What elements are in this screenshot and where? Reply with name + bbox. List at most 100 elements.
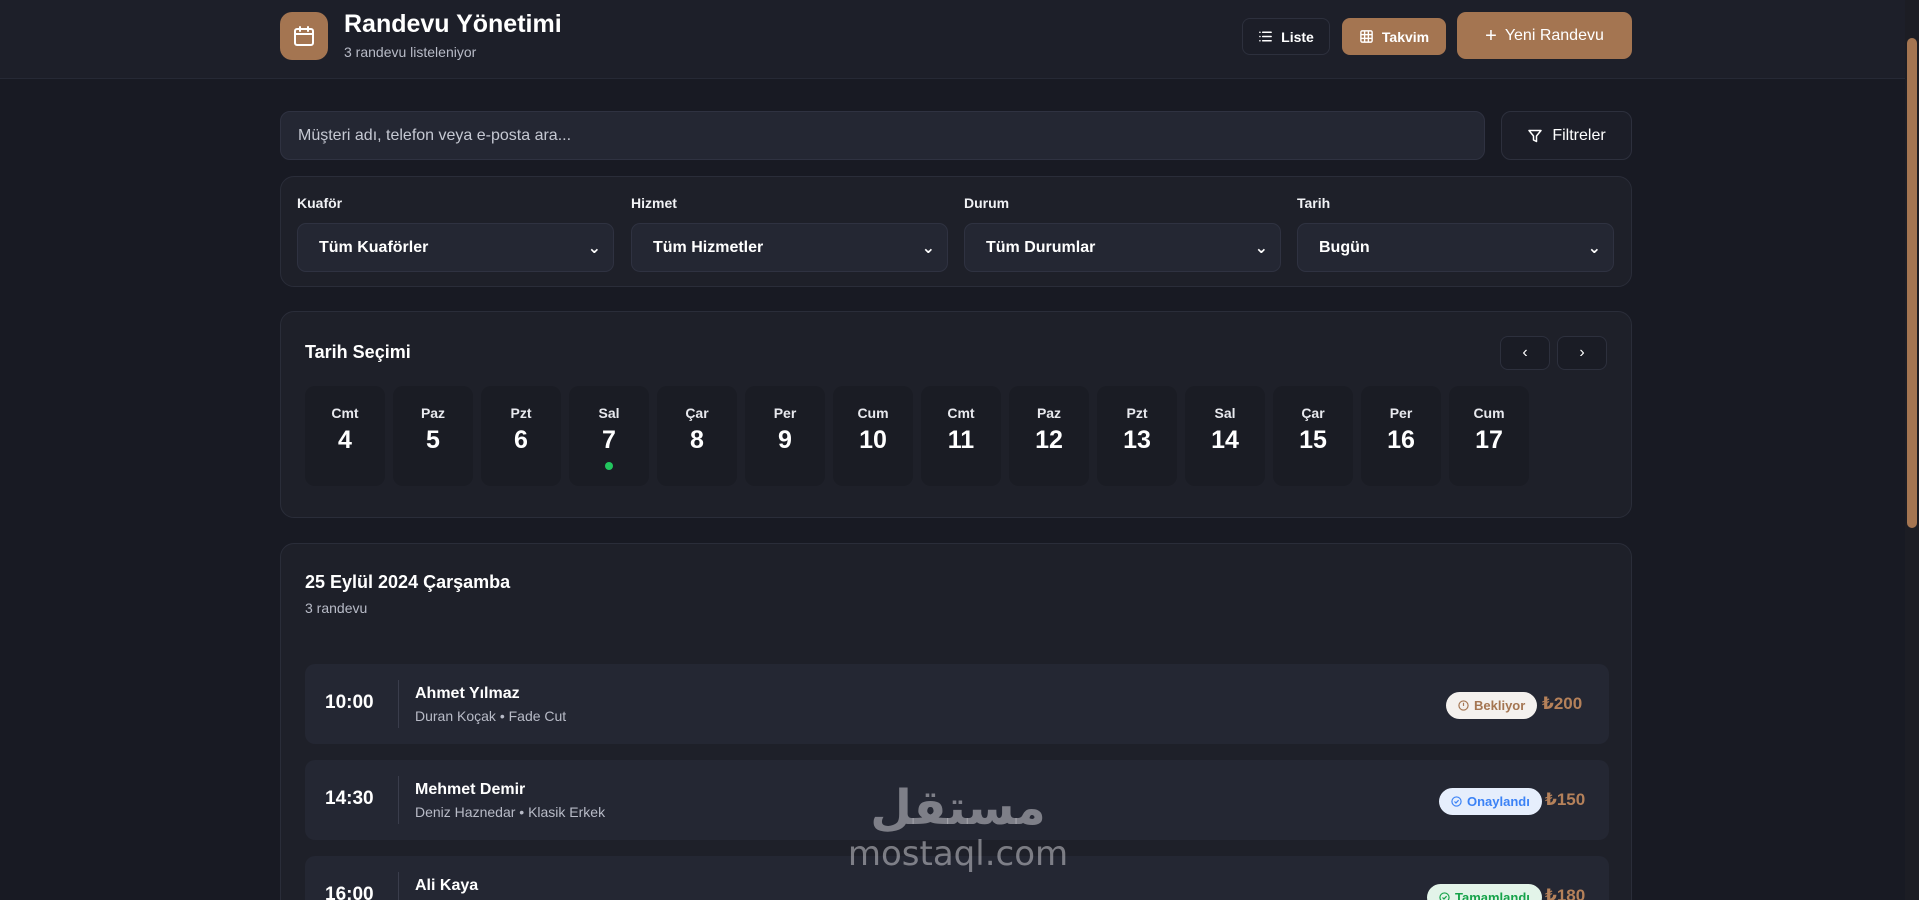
day-name: Cmt xyxy=(947,405,975,421)
day-name: Cmt xyxy=(331,405,359,421)
day-card[interactable]: Paz 12 xyxy=(1009,386,1089,486)
appointment-indicator-dot xyxy=(605,462,613,470)
list-view-button[interactable]: Liste xyxy=(1242,18,1330,55)
day-card[interactable]: Cum 10 xyxy=(833,386,913,486)
filter-date-label: Tarih xyxy=(1297,195,1331,211)
divider xyxy=(398,776,399,824)
appointment-row[interactable]: 10:00 Ahmet Yılmaz Duran Koçak • Fade Cu… xyxy=(305,664,1609,744)
day-name: Per xyxy=(1389,405,1413,421)
stylist-select[interactable]: Tüm Kuaförler ⌄ xyxy=(297,223,614,272)
appointment-detail: Duran Koçak • Fade Cut xyxy=(415,708,567,724)
status-label: Bekliyor xyxy=(1474,698,1526,713)
appointment-detail: Deniz Haznedar • Klasik Erkek xyxy=(415,804,606,820)
next-week-button[interactable]: › xyxy=(1557,336,1607,370)
plus-icon: + xyxy=(1485,24,1497,47)
filters-button[interactable]: Filtreler xyxy=(1501,111,1632,160)
divider xyxy=(398,872,399,900)
filter-service-label: Hizmet xyxy=(631,195,677,211)
status-badge: Onaylandı xyxy=(1439,788,1542,815)
search-placeholder: Müşteri adı, telefon veya e-posta ara... xyxy=(298,126,572,144)
day-name: Sal xyxy=(598,405,620,421)
filters-label: Filtreler xyxy=(1552,126,1606,144)
day-card[interactable]: Sal 7 xyxy=(569,386,649,486)
scrollbar[interactable] xyxy=(1905,0,1919,900)
day-number: 16 xyxy=(1387,426,1415,454)
day-card[interactable]: Çar 8 xyxy=(657,386,737,486)
chevron-left-icon: ‹ xyxy=(1522,344,1528,361)
page-title: Randevu Yönetimi xyxy=(344,10,562,38)
filter-date: Tarih Bugün ⌄ xyxy=(1297,195,1614,272)
day-card[interactable]: Cmt 4 xyxy=(305,386,385,486)
day-name: Paz xyxy=(420,405,446,421)
watermark: مستقل mostaql.com xyxy=(843,780,1073,872)
day-card[interactable]: Sal 14 xyxy=(1185,386,1265,486)
watermark-latin: mostaql.com xyxy=(847,834,1069,874)
day-number: 7 xyxy=(602,426,616,454)
day-name: Sal xyxy=(1214,405,1236,421)
date-picker-title: Tarih Seçimi xyxy=(305,342,411,362)
chevron-down-icon: ⌄ xyxy=(1587,239,1601,257)
day-number: 14 xyxy=(1211,426,1239,454)
chevron-down-icon: ⌄ xyxy=(1254,239,1268,257)
filters-panel: Kuaför Tüm Kuaförler ⌄ Hizmet Tüm Hizmet… xyxy=(280,176,1632,287)
search-input[interactable]: Müşteri adı, telefon veya e-posta ara... xyxy=(280,111,1485,160)
day-number: 11 xyxy=(947,426,975,454)
list-view-label: Liste xyxy=(1281,28,1314,45)
appointment-price: ₺200 xyxy=(1542,694,1583,713)
day-card[interactable]: Paz 5 xyxy=(393,386,473,486)
day-card[interactable]: Çar 15 xyxy=(1273,386,1353,486)
list-icon xyxy=(1259,31,1273,42)
day-number: 17 xyxy=(1475,426,1503,454)
filter-service: Hizmet Tüm Hizmetler ⌄ xyxy=(631,195,948,272)
day-card[interactable]: Pzt 6 xyxy=(481,386,561,486)
previous-week-button[interactable]: ‹ xyxy=(1500,336,1550,370)
selected-date-title: 25 Eylül 2024 Çarşamba xyxy=(305,572,511,592)
day-number: 5 xyxy=(426,426,440,454)
service-select-value: Tüm Hizmetler xyxy=(653,238,764,256)
calendar-icon xyxy=(280,12,328,60)
date-select-value: Bugün xyxy=(1319,238,1370,256)
stylist-select-value: Tüm Kuaförler xyxy=(319,238,429,256)
appointment-time: 10:00 xyxy=(325,692,374,713)
customer-name: Ali Kaya xyxy=(415,877,479,894)
filter-status: Durum Tüm Durumlar ⌄ xyxy=(964,195,1281,272)
day-card[interactable]: Per 16 xyxy=(1361,386,1441,486)
day-list: Cmt 4 Paz 5 Pzt 6 Sal 7 Çar 8 Per 9 Cum 10 Cmt 1… xyxy=(305,386,1529,486)
day-name: Çar xyxy=(685,405,709,421)
filter-icon xyxy=(1528,129,1543,142)
day-number: 6 xyxy=(514,426,528,454)
filter-stylist-label: Kuaför xyxy=(297,195,343,211)
appointment-count: 3 randevu xyxy=(305,600,368,616)
status-label: Tamamlandı xyxy=(1455,890,1530,900)
day-card[interactable]: Cum 17 xyxy=(1449,386,1529,486)
day-card[interactable]: Pzt 13 xyxy=(1097,386,1177,486)
chevron-down-icon: ⌄ xyxy=(587,239,601,257)
top-bar: Randevu Yönetimi 3 randevu listeleniyor … xyxy=(0,0,1905,79)
new-appointment-label: Yeni Randevu xyxy=(1504,26,1604,44)
day-name: Çar xyxy=(1301,405,1325,421)
day-number: 9 xyxy=(778,426,792,454)
status-badge: Tamamlandı xyxy=(1427,884,1542,900)
date-picker-panel: Tarih Seçimi ‹ › Cmt 4 Paz 5 Pzt 6 Sal 7 Çar… xyxy=(280,311,1632,518)
clock-alert-icon xyxy=(1458,700,1469,711)
check-circle-icon xyxy=(1451,796,1462,807)
day-card[interactable]: Per 9 xyxy=(745,386,825,486)
day-name: Paz xyxy=(1036,405,1062,421)
customer-name: Ahmet Yılmaz xyxy=(415,685,520,702)
divider xyxy=(398,680,399,728)
day-number: 15 xyxy=(1299,426,1327,454)
appointment-time: 16:00 xyxy=(325,884,374,900)
chevron-right-icon: › xyxy=(1579,344,1585,361)
status-select[interactable]: Tüm Durumlar ⌄ xyxy=(964,223,1281,272)
scrollbar-thumb[interactable] xyxy=(1907,38,1917,528)
day-name: Cum xyxy=(1473,405,1505,421)
date-select[interactable]: Bugün ⌄ xyxy=(1297,223,1614,272)
new-appointment-button[interactable]: + Yeni Randevu xyxy=(1457,12,1632,59)
day-name: Pzt xyxy=(510,405,532,421)
check-circle-icon xyxy=(1439,892,1450,900)
customer-name: Mehmet Demir xyxy=(415,781,526,798)
day-card[interactable]: Cmt 11 xyxy=(921,386,1001,486)
service-select[interactable]: Tüm Hizmetler ⌄ xyxy=(631,223,948,272)
calendar-view-button[interactable]: Takvim xyxy=(1342,18,1446,55)
status-badge: Bekliyor xyxy=(1446,692,1538,719)
